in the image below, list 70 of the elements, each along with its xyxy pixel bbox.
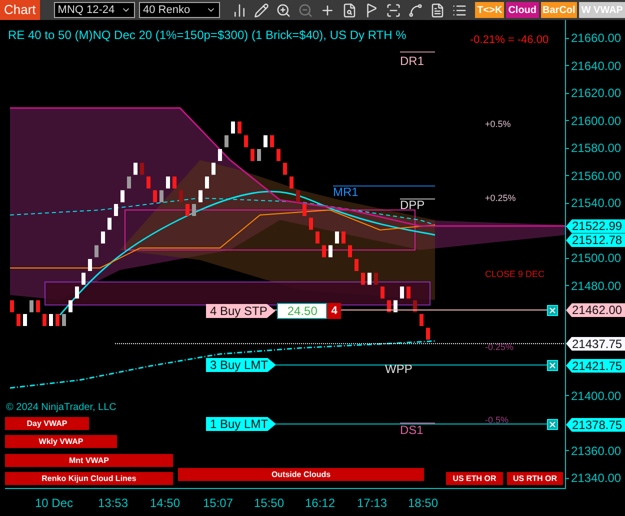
time-label: 10 Dec [35,495,74,512]
cancel-order-icon[interactable] [547,419,558,430]
percent-label: +0.5% [485,120,511,129]
price-label: 21560.00 [566,170,622,182]
price-tag: 21378.75 [566,418,625,432]
instrument-dropdown[interactable]: MNQ 12-24 [54,2,135,18]
price-tag: 21462.00 [566,303,625,318]
crosshair-icon[interactable] [320,2,336,18]
indicator-button[interactable]: Renko Kijun Cloud Lines [5,472,173,485]
zoom-out-icon[interactable] [298,2,314,18]
order-label[interactable]: 1 Buy LMT [206,417,276,431]
chart-tab[interactable]: Chart [0,0,40,20]
pivot-line [400,422,436,424]
time-label: 14:50 [150,495,180,512]
pivot-label: MR1 [333,186,358,198]
order-label[interactable]: 3 Buy LMT [206,358,276,372]
percent-label: +0.25% [485,194,516,203]
document-search-icon[interactable] [342,2,358,18]
flag-icon[interactable] [364,2,380,18]
bar-type-dropdown[interactable]: 40 Renko [138,2,220,18]
price-tag: 21522.99 [566,219,625,234]
indicator-toggle[interactable]: Cloud [506,2,539,18]
scan-icon[interactable] [386,2,402,18]
indicator-button[interactable]: Wkly VWAP [5,435,117,448]
price-label: 21660.00 [566,32,622,44]
close-order-button[interactable]: 4 [327,303,342,319]
time-label: 16:12 [305,495,336,512]
indicator-button[interactable]: Mnt VWAP [5,454,173,467]
price-label: 21500.00 [566,252,622,264]
price-label: 21360.00 [566,444,622,456]
document-icon[interactable] [430,2,446,18]
close-label: CLOSE 9 DEC [485,270,545,279]
bars-icon[interactable] [232,2,248,18]
percent-label: -0.25% [485,343,514,352]
price-label: 21400.00 [566,390,622,402]
indicator-button[interactable]: US RTH OR [507,472,563,485]
price-label: 21480.00 [566,280,622,292]
pivot-label: WPP [385,363,412,375]
price-label: 21540.00 [566,197,622,209]
indicator-button[interactable]: US ETH OR [446,472,503,485]
price-label: 21620.00 [566,87,622,99]
cancel-order-icon[interactable] [547,360,558,371]
time-label: 18:50 [408,495,438,512]
zoom-in-icon[interactable] [276,2,292,18]
price-label: 21580.00 [566,142,622,154]
profit-loss-text: -0.21% = -46.00 [470,33,549,48]
price-tag: 21512.78 [566,233,625,248]
chart-title: RE 40 to 50 (M)NQ Dec 20 (1%=150p=$300) (1 Brick=$40), US Dy RTH % [8,27,406,44]
indicator-button[interactable]: Outside Clouds [178,468,424,481]
price-label: 21640.00 [566,60,622,72]
indicator-button[interactable]: Day VWAP [5,417,89,430]
time-label: 15:50 [254,495,284,512]
price-label: 21340.00 [566,472,622,484]
pivot-label: DPP [400,199,425,211]
pivot-label: DS1 [400,424,424,436]
spline-icon[interactable] [408,2,424,18]
percent-label: -0.5% [485,416,509,425]
time-label: 17:13 [357,495,388,512]
copyright-text: © 2024 NinjaTrader, LLC [6,401,116,415]
price-tag: 21421.75 [566,358,625,373]
pivot-label: DR1 [400,55,424,67]
price-tag: 21437.75 [566,336,625,351]
price-label: 21600.00 [566,114,622,126]
time-label: 13:53 [98,495,128,512]
order-label[interactable]: 4 Buy STP [206,304,276,318]
pencil-icon[interactable] [254,2,270,18]
time-label: 15:07 [203,495,234,512]
list-icon[interactable] [452,2,468,18]
pivot-line [400,198,436,200]
cancel-order-icon[interactable] [547,305,558,316]
